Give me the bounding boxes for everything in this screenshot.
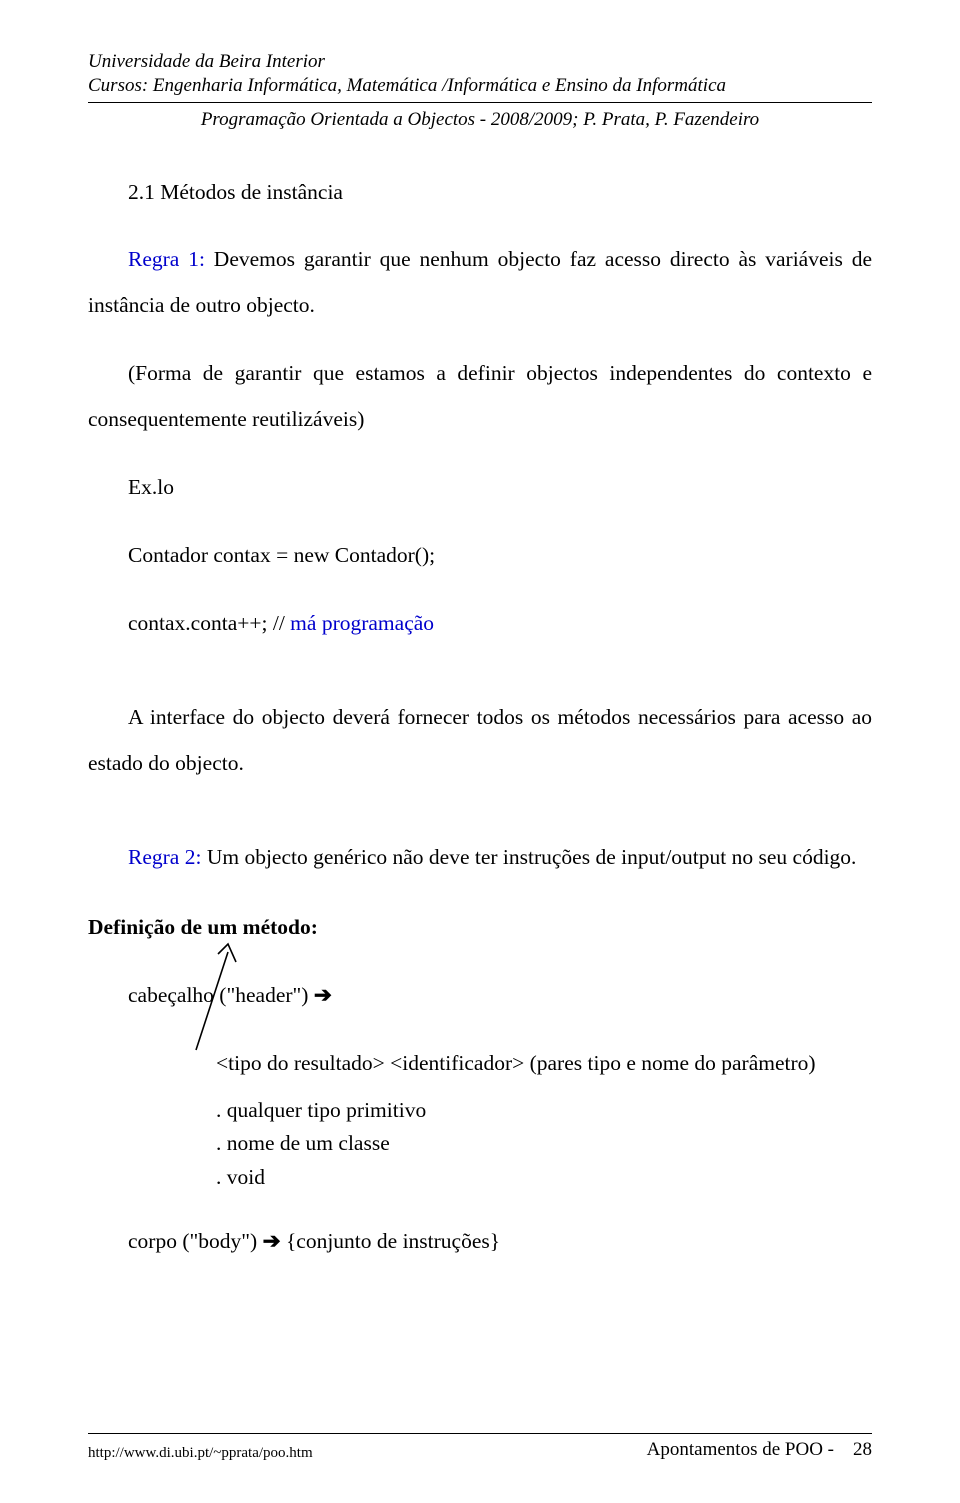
footer-url: http://www.di.ubi.pt/~pprata/poo.htm — [88, 1444, 313, 1464]
corpo-text-a: corpo ("body") — [128, 1229, 263, 1253]
rule1-label: Regra 1: — [128, 247, 205, 271]
rule2-paragraph: Regra 2: Um objecto genérico não deve te… — [88, 834, 872, 880]
footer-rule — [88, 1433, 872, 1434]
interface-paragraph: A interface do objecto deverá fornecer t… — [88, 694, 872, 786]
code-line-2a: contax.conta++; // — [128, 611, 290, 635]
code-line-2b: má programação — [290, 611, 434, 635]
type-option-3: . void — [216, 1161, 872, 1194]
type-line-container: <tipo do resultado> <identificador> (par… — [88, 1040, 872, 1086]
pointer-arrow-icon — [188, 942, 248, 1054]
corpo-text-b: {conjunto de instruções} — [281, 1229, 500, 1253]
code-line-1: Contador contax = new Contador(); — [88, 532, 872, 578]
footer-row: http://www.di.ubi.pt/~pprata/poo.htm Apo… — [88, 1438, 872, 1463]
header-line1: Universidade da Beira Interior — [88, 50, 872, 74]
footer-page: 28 — [853, 1439, 872, 1460]
body-content: 2.1 Métodos de instância Regra 1: Devemo… — [88, 169, 872, 1265]
header-subline: Programação Orientada a Objectos - 2008/… — [88, 109, 872, 131]
rule2-text: Um objecto genérico não deve ter instruç… — [201, 845, 856, 869]
document-page: Universidade da Beira Interior Cursos: E… — [0, 0, 960, 1503]
rule1-text: Devemos garantir que nenhum objecto faz … — [88, 247, 872, 317]
rule2-label: Regra 2: — [128, 845, 201, 869]
rule1-paragraph: Regra 1: Devemos garantir que nenhum obj… — [88, 236, 872, 328]
section-title: 2.1 Métodos de instância — [88, 169, 872, 215]
type-line: <tipo do resultado> <identificador> (par… — [216, 1040, 872, 1086]
code-line-2: contax.conta++; // má programação — [88, 600, 872, 646]
body-line: corpo ("body") ➔ {conjunto de instruções… — [88, 1218, 872, 1264]
header-rule — [88, 102, 872, 103]
footer: http://www.di.ubi.pt/~pprata/poo.htm Apo… — [88, 1433, 872, 1463]
footer-right: Apontamentos de POO - 28 — [647, 1438, 872, 1463]
forma-paragraph: (Forma de garantir que estamos a definir… — [88, 350, 872, 442]
arrow-icon: ➔ — [314, 983, 332, 1007]
header-block: Universidade da Beira Interior Cursos: E… — [88, 50, 872, 98]
footer-label: Apontamentos de POO - — [647, 1439, 834, 1460]
type-options: . qualquer tipo primitivo . nome de um c… — [88, 1094, 872, 1194]
arrow-icon-2: ➔ — [263, 1229, 281, 1253]
example-label: Ex.lo — [88, 464, 872, 510]
type-option-1: . qualquer tipo primitivo — [216, 1094, 872, 1127]
type-option-2: . nome de um classe — [216, 1127, 872, 1160]
header-line2: Cursos: Engenharia Informática, Matemáti… — [88, 74, 872, 98]
